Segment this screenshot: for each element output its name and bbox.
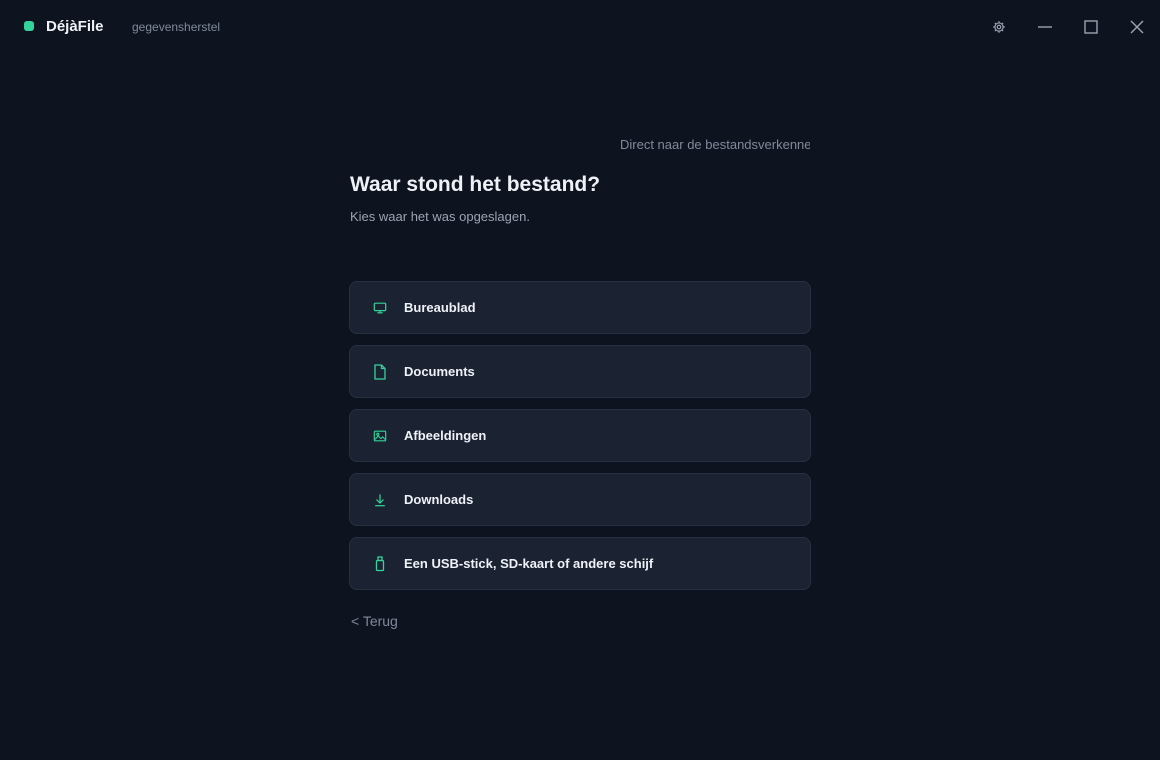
download-icon [372, 492, 388, 508]
settings-button[interactable] [986, 14, 1012, 40]
direct-to-file-explorer-link[interactable]: Direct naar de bestandsverkenner [620, 137, 810, 152]
minimize-icon [1038, 26, 1052, 28]
option-label: Downloads [404, 492, 474, 507]
minimize-button[interactable] [1032, 14, 1058, 40]
title-bar: DéjàFile gegevensherstel [0, 0, 1160, 54]
option-label: Documents [404, 364, 475, 379]
option-label: Bureaublad [404, 300, 476, 315]
app-subtitle: gegevensherstel [132, 20, 221, 34]
maximize-icon [1084, 20, 1098, 34]
option-bureaublad[interactable]: Bureaublad [349, 281, 811, 334]
location-options-list: Bureaublad Documents Afbeeldingen Downlo… [349, 281, 811, 601]
app-name: DéjàFile [46, 18, 104, 35]
usb-drive-icon [372, 555, 388, 572]
page-subtitle: Kies waar het was opgeslagen. [350, 209, 530, 224]
app-logo-icon [24, 21, 34, 31]
image-icon [372, 428, 388, 444]
maximize-button[interactable] [1078, 14, 1104, 40]
option-label: Afbeeldingen [404, 428, 487, 443]
monitor-icon [372, 300, 388, 316]
option-documents[interactable]: Documents [349, 345, 811, 398]
option-label: Een USB-stick, SD-kaart of andere schijf [404, 556, 654, 571]
option-downloads[interactable]: Downloads [349, 473, 811, 526]
close-button[interactable] [1124, 14, 1150, 40]
option-external-drive[interactable]: Een USB-stick, SD-kaart of andere schijf [349, 537, 811, 590]
gear-icon [993, 21, 1005, 33]
close-icon [1130, 20, 1144, 34]
document-icon [372, 363, 388, 380]
option-afbeeldingen[interactable]: Afbeeldingen [349, 409, 811, 462]
page-title: Waar stond het bestand? [350, 173, 601, 196]
back-button[interactable]: < Terug [351, 613, 398, 629]
